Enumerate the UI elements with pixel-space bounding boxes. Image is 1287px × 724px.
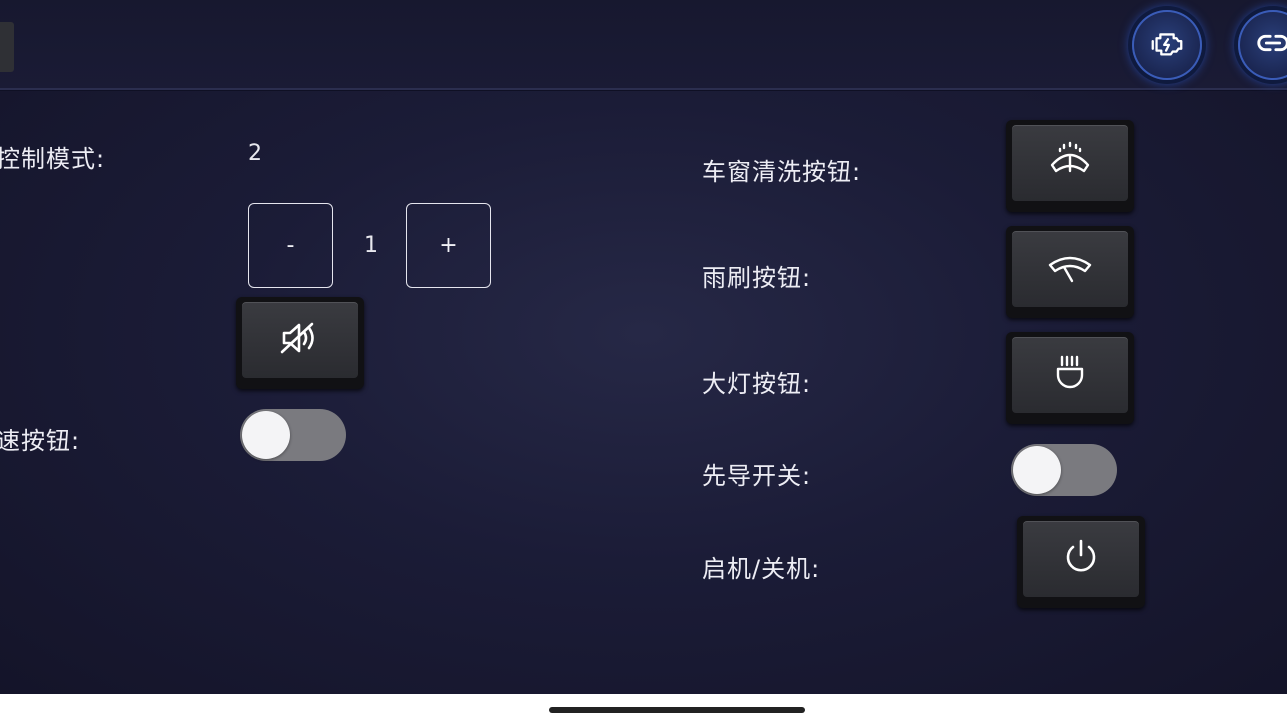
increment-button[interactable]: + xyxy=(406,203,491,288)
wiper-button[interactable] xyxy=(1006,226,1134,318)
power-button[interactable] xyxy=(1017,516,1145,608)
speed-toggle[interactable] xyxy=(240,409,346,461)
toggle-knob xyxy=(242,411,290,459)
mute-button[interactable] xyxy=(236,297,364,389)
wiper-icon xyxy=(1042,239,1098,299)
power-label: 启机/关机: xyxy=(702,555,821,583)
home-indicator[interactable] xyxy=(549,707,805,713)
back-button[interactable] xyxy=(0,22,14,72)
headlight-icon xyxy=(1042,345,1098,405)
engine-status-button[interactable] xyxy=(1132,10,1202,80)
decrement-button[interactable]: - xyxy=(248,203,333,288)
speaker-mute-icon xyxy=(272,310,328,370)
control-mode-label: 控制模式: xyxy=(0,145,106,173)
speed-label: 速按钮: xyxy=(0,427,81,455)
link-icon xyxy=(1254,24,1287,66)
pilot-label: 先导开关: xyxy=(702,462,812,490)
top-bar xyxy=(0,0,1287,90)
washer-button[interactable] xyxy=(1006,120,1134,212)
windshield-washer-icon xyxy=(1042,133,1098,193)
toggle-knob xyxy=(1013,446,1061,494)
control-mode-value: 2 xyxy=(248,141,262,166)
pilot-toggle[interactable] xyxy=(1011,444,1117,496)
control-screen: 控制模式: 2 - 1 + 速按钮: 车窗清洗按钮: 雨刷按钮: 大灯按钮: 先… xyxy=(0,0,1287,694)
headlight-label: 大灯按钮: xyxy=(702,370,812,398)
stepper-value: 1 xyxy=(364,233,378,258)
headlight-button[interactable] xyxy=(1006,332,1134,424)
washer-label: 车窗清洗按钮: xyxy=(702,158,862,186)
power-icon xyxy=(1053,529,1109,589)
wiper-label: 雨刷按钮: xyxy=(702,264,812,292)
engine-warning-icon xyxy=(1148,24,1186,66)
connection-button[interactable] xyxy=(1238,10,1287,80)
